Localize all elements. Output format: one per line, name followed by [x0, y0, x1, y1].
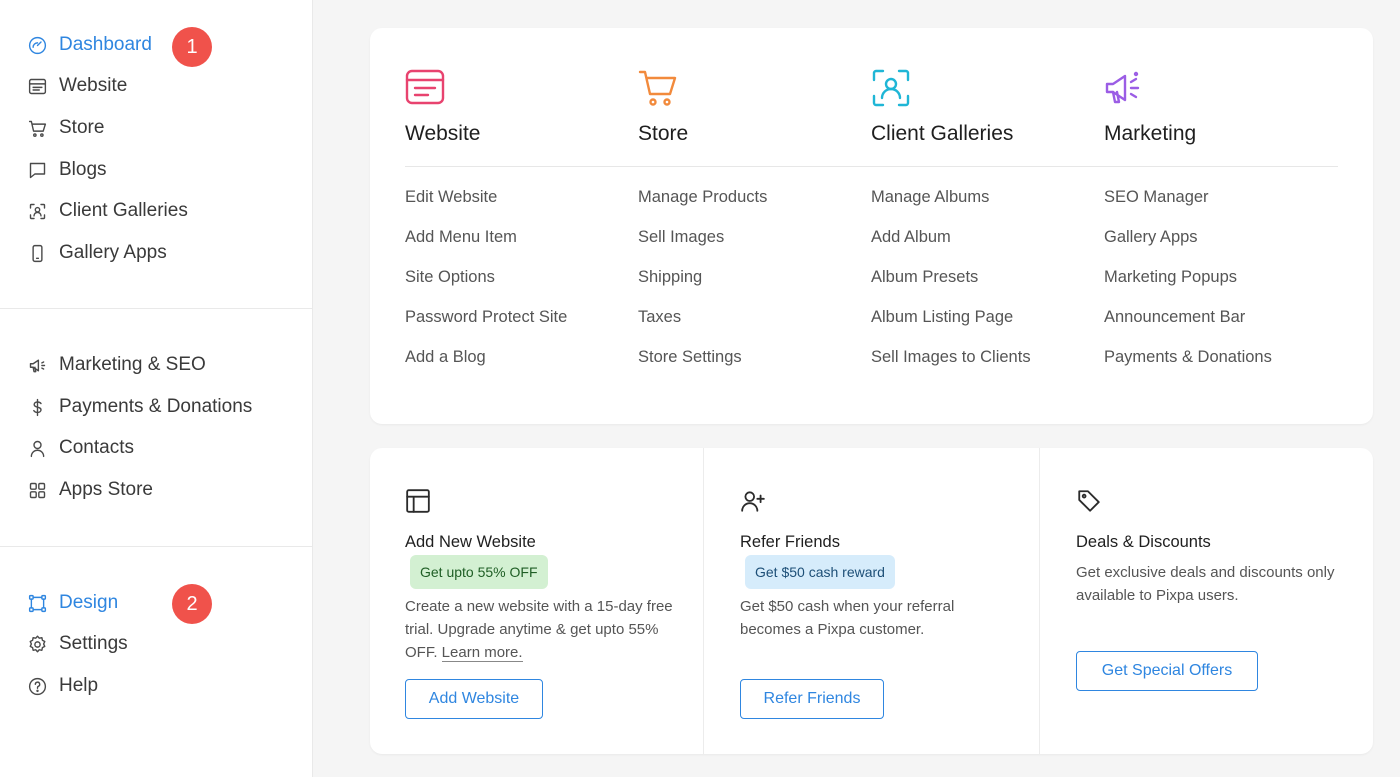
- nav-label: Payments & Donations: [59, 396, 253, 417]
- category-title: Client Galleries: [871, 122, 1014, 145]
- link-gallery-apps[interactable]: Gallery Apps: [1104, 228, 1272, 268]
- discount-pill: Get upto 55% OFF: [410, 555, 548, 589]
- category-links: Manage Products Sell Images Shipping Tax…: [638, 188, 767, 388]
- nav-apps-store[interactable]: Apps Store: [26, 474, 153, 506]
- browser-icon: [405, 68, 445, 108]
- cart-icon: [26, 117, 48, 139]
- nav-client-galleries[interactable]: Client Galleries: [26, 195, 188, 227]
- learn-more-link[interactable]: Learn more.: [441, 644, 523, 662]
- grid-icon: [26, 479, 48, 501]
- reward-pill: Get $50 cash reward: [745, 555, 895, 589]
- panel-add-website: Add New Website Get upto 55% OFF Create …: [370, 448, 703, 754]
- link-manage-albums[interactable]: Manage Albums: [871, 188, 1031, 228]
- nav-label: Client Galleries: [59, 200, 188, 221]
- category-title: Marketing: [1104, 122, 1197, 145]
- megaphone-icon: [26, 354, 48, 376]
- phone-icon: [26, 242, 48, 264]
- link-add-menu-item[interactable]: Add Menu Item: [405, 228, 567, 268]
- add-website-button[interactable]: Add Website: [405, 679, 543, 719]
- nav-design[interactable]: Design: [26, 587, 118, 619]
- refer-friends-button[interactable]: Refer Friends: [740, 679, 884, 719]
- panel-description: Get $50 cash when your referral becomes …: [740, 598, 955, 638]
- nav-label: Dashboard: [59, 34, 152, 55]
- link-edit-website[interactable]: Edit Website: [405, 188, 567, 228]
- link-add-album[interactable]: Add Album: [871, 228, 1031, 268]
- layout-icon: [405, 488, 431, 514]
- vector-nodes-icon: [26, 592, 48, 614]
- browser-icon: [26, 75, 48, 97]
- cart-icon: [638, 68, 678, 108]
- panel-title: Deals & Discounts: [1076, 533, 1211, 551]
- dollar-icon: [26, 396, 48, 418]
- nav-label: Blogs: [59, 159, 107, 180]
- link-manage-products[interactable]: Manage Products: [638, 188, 767, 228]
- nav-label: Apps Store: [59, 479, 153, 500]
- sidebar-divider: [0, 308, 313, 309]
- nav-help[interactable]: Help: [26, 670, 98, 702]
- link-sell-images[interactable]: Sell Images: [638, 228, 767, 268]
- link-site-options[interactable]: Site Options: [405, 268, 567, 308]
- gauge-icon: [26, 34, 48, 56]
- megaphone-icon: [1104, 68, 1144, 108]
- user-plus-icon: [740, 488, 766, 514]
- link-add-a-blog[interactable]: Add a Blog: [405, 348, 567, 388]
- nav-label: Contacts: [59, 437, 134, 458]
- nav-label: Gallery Apps: [59, 242, 167, 263]
- link-payments-donations[interactable]: Payments & Donations: [1104, 348, 1272, 388]
- sidebar-divider: [0, 546, 313, 547]
- link-marketing-popups[interactable]: Marketing Popups: [1104, 268, 1272, 308]
- category-title: Store: [638, 122, 689, 145]
- step-badge-1: 1: [172, 27, 212, 67]
- link-seo-manager[interactable]: SEO Manager: [1104, 188, 1272, 228]
- tag-icon: [1076, 488, 1102, 514]
- nav-dashboard[interactable]: Dashboard: [26, 29, 152, 61]
- sidebar: Dashboard Website Store Blogs Client Gal…: [0, 0, 313, 777]
- link-taxes[interactable]: Taxes: [638, 308, 767, 348]
- promo-card: Add New Website Get upto 55% OFF Create …: [370, 448, 1373, 754]
- category-links: Edit Website Add Menu Item Site Options …: [405, 188, 567, 388]
- panel-title: Add New Website: [405, 533, 536, 551]
- nav-marketing-seo[interactable]: Marketing & SEO: [26, 349, 206, 381]
- nav-blogs[interactable]: Blogs: [26, 154, 107, 186]
- panel-refer-friends: Refer Friends Get $50 cash reward Get $5…: [704, 448, 1039, 754]
- quick-links-card: Website Edit Website Add Menu Item Site …: [370, 28, 1373, 424]
- chat-icon: [26, 159, 48, 181]
- face-scan-icon: [26, 200, 48, 222]
- nav-label: Settings: [59, 633, 128, 654]
- link-sell-images-to-clients[interactable]: Sell Images to Clients: [871, 348, 1031, 388]
- link-album-presets[interactable]: Album Presets: [871, 268, 1031, 308]
- face-scan-icon: [871, 68, 911, 108]
- panel-description: Create a new website with a 15-day free …: [405, 595, 675, 664]
- category-title: Website: [405, 122, 481, 145]
- nav-settings[interactable]: Settings: [26, 628, 128, 660]
- panel-description: Get exclusive deals and discounts only a…: [1076, 564, 1335, 604]
- gear-icon: [26, 633, 48, 655]
- nav-website[interactable]: Website: [26, 70, 127, 102]
- nav-contacts[interactable]: Contacts: [26, 432, 134, 464]
- step-badge-2: 2: [172, 584, 212, 624]
- nav-payments-donations[interactable]: Payments & Donations: [26, 391, 252, 423]
- link-shipping[interactable]: Shipping: [638, 268, 767, 308]
- link-store-settings[interactable]: Store Settings: [638, 348, 767, 388]
- nav-label: Store: [59, 117, 105, 138]
- category-links: Manage Albums Add Album Album Presets Al…: [871, 188, 1031, 388]
- nav-label: Help: [59, 675, 99, 696]
- nav-label: Marketing & SEO: [59, 354, 206, 375]
- nav-label: Website: [59, 75, 128, 96]
- category-links: SEO Manager Gallery Apps Marketing Popup…: [1104, 188, 1272, 388]
- user-icon: [26, 437, 48, 459]
- nav-label: Design: [59, 592, 119, 613]
- link-album-listing-page[interactable]: Album Listing Page: [871, 308, 1031, 348]
- get-special-offers-button[interactable]: Get Special Offers: [1076, 651, 1258, 691]
- card-divider: [405, 166, 1338, 167]
- nav-gallery-apps[interactable]: Gallery Apps: [26, 237, 167, 269]
- panel-title: Refer Friends: [740, 533, 840, 551]
- help-circle-icon: [26, 675, 48, 697]
- nav-store[interactable]: Store: [26, 112, 104, 144]
- link-announcement-bar[interactable]: Announcement Bar: [1104, 308, 1272, 348]
- link-password-protect-site[interactable]: Password Protect Site: [405, 308, 567, 348]
- panel-deals: Deals & Discounts Get exclusive deals an…: [1040, 448, 1373, 754]
